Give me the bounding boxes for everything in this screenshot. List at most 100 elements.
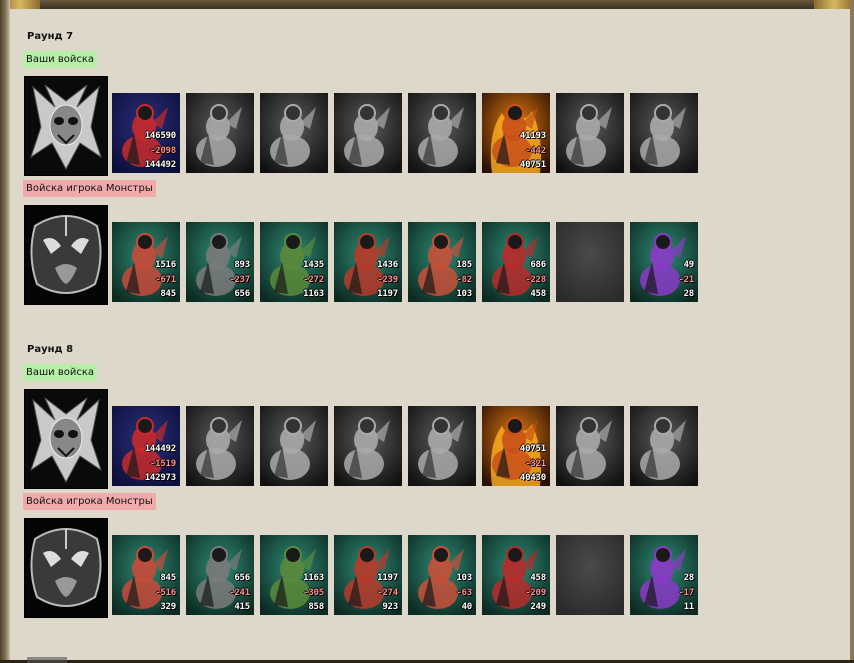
unit-count-after: 40	[461, 602, 473, 612]
shadow-brute-icon[interactable]	[408, 93, 476, 173]
fire-lich-icon[interactable]: 40751 -321 40430	[482, 406, 550, 486]
unit-count-after: 845	[160, 289, 176, 299]
wraith-icon[interactable]	[630, 93, 698, 173]
empty-slot-icon[interactable]	[556, 535, 624, 615]
round-title: Раунд 7	[27, 31, 74, 42]
unit-count-after: 415	[234, 602, 250, 612]
red-wyvern-icon[interactable]: 686 -228 458	[482, 222, 550, 302]
unit-count-after: 1197	[377, 289, 398, 299]
ghost-beast-icon[interactable]	[260, 406, 328, 486]
red-wyvern-icon[interactable]: 458 -209 249	[482, 535, 550, 615]
naga-sorceress-icon[interactable]: 28 -17 11	[630, 535, 698, 615]
unit-count-before: 458	[530, 573, 546, 583]
demon-skull-emblem-icon	[24, 389, 108, 489]
unit-loss: -321	[525, 459, 546, 469]
demon-skull-emblem-icon	[24, 76, 108, 176]
unit-count-before: 686	[530, 260, 546, 270]
unit-count-before: 1435	[303, 260, 324, 270]
fire-lich-icon[interactable]: 41193 -442 40751	[482, 93, 550, 173]
unit-loss: -671	[155, 275, 176, 285]
unit-loss: -305	[303, 588, 324, 598]
unit-count-after: 28	[683, 289, 695, 299]
orc-shieldbearer-icon[interactable]: 1435 -272 1163	[260, 222, 328, 302]
unit-loss: -272	[303, 275, 324, 285]
window-frame-top	[0, 0, 854, 9]
unit-loss: -82	[456, 275, 472, 285]
battle-log-panel: Раунд 7 Ваши войска 146590 -2098 144492 41193…	[10, 9, 850, 663]
shadow-brute-icon[interactable]	[408, 406, 476, 486]
naga-sorceress-icon[interactable]: 49 -21 28	[630, 222, 698, 302]
unit-loss: -239	[377, 275, 398, 285]
unit-count-after: 1163	[303, 289, 324, 299]
unit-loss: -516	[155, 588, 176, 598]
unit-loss: -17	[678, 588, 694, 598]
unit-count-after: 40430	[519, 473, 546, 483]
red-dragon-unit-icon[interactable]: 144492 -1519 142973	[112, 406, 180, 486]
unit-count-before: 1436	[377, 260, 398, 270]
unit-count-before: 1163	[303, 573, 324, 583]
unit-count-after: 249	[530, 602, 546, 612]
unit-loss: -241	[229, 588, 250, 598]
unit-count-before: 1197	[377, 573, 398, 583]
unit-count-after: 11	[683, 602, 695, 612]
next-round-title-partial	[27, 657, 67, 663]
sea-serpent-icon[interactable]: 1516 -671 845	[112, 222, 180, 302]
sea-serpent-icon[interactable]: 845 -516 329	[112, 535, 180, 615]
round-title: Раунд 8	[27, 344, 74, 355]
enemy-army-label: Войска игрока Монстры	[23, 180, 156, 197]
dark-tribal-mask-icon	[24, 518, 108, 618]
unit-count-after: 923	[382, 602, 398, 612]
unit-count-before: 656	[234, 573, 250, 583]
unit-loss: -237	[229, 275, 250, 285]
unit-loss: -274	[377, 588, 398, 598]
unit-count-after: 40751	[519, 160, 546, 170]
bone-dragon-icon[interactable]	[334, 93, 402, 173]
own-army-label: Ваши войска	[23, 364, 97, 381]
enemy-army-label: Войска игрока Монстры	[23, 493, 156, 510]
unit-count-after: 329	[160, 602, 176, 612]
unit-count-before: 146590	[144, 131, 177, 141]
red-dragon-unit-icon[interactable]: 146590 -2098 144492	[112, 93, 180, 173]
unit-count-after: 142973	[144, 473, 177, 483]
empty-slot-icon[interactable]	[556, 222, 624, 302]
own-army-label: Ваши войска	[23, 51, 97, 68]
window-frame-right	[850, 0, 854, 660]
horned-knight-icon[interactable]	[556, 93, 624, 173]
unit-count-before: 41193	[519, 131, 546, 141]
unit-count-after: 144492	[144, 160, 177, 170]
unit-loss: -2098	[149, 146, 176, 156]
unit-count-before: 845	[160, 573, 176, 583]
armored-ogre-icon[interactable]: 656 -241 415	[186, 535, 254, 615]
bone-dragon-icon[interactable]	[334, 406, 402, 486]
unit-count-before: 103	[456, 573, 472, 583]
horned-knight-icon[interactable]	[556, 406, 624, 486]
unit-count-after: 656	[234, 289, 250, 299]
wraith-icon[interactable]	[630, 406, 698, 486]
unit-count-before: 893	[234, 260, 250, 270]
unit-count-after: 458	[530, 289, 546, 299]
unit-loss: -209	[525, 588, 546, 598]
unit-count-before: 185	[456, 260, 472, 270]
unit-count-after: 858	[308, 602, 324, 612]
window-frame-left	[0, 0, 10, 660]
unit-count-before: 40751	[519, 444, 546, 454]
unit-loss: -442	[525, 146, 546, 156]
red-demon-icon[interactable]: 1436 -239 1197	[334, 222, 402, 302]
skeleton-warrior-icon[interactable]	[186, 406, 254, 486]
ghost-beast-icon[interactable]	[260, 93, 328, 173]
unit-count-before: 28	[683, 573, 695, 583]
unit-count-before: 144492	[144, 444, 177, 454]
unit-loss: -21	[678, 275, 694, 285]
spider-creature-icon[interactable]: 103 -63 40	[408, 535, 476, 615]
red-demon-icon[interactable]: 1197 -274 923	[334, 535, 402, 615]
unit-count-before: 1516	[155, 260, 176, 270]
skeleton-warrior-icon[interactable]	[186, 93, 254, 173]
unit-count-before: 49	[683, 260, 695, 270]
unit-count-after: 103	[456, 289, 472, 299]
unit-loss: -1519	[149, 459, 176, 469]
dark-tribal-mask-icon	[24, 205, 108, 305]
unit-loss: -228	[525, 275, 546, 285]
spider-creature-icon[interactable]: 185 -82 103	[408, 222, 476, 302]
armored-ogre-icon[interactable]: 893 -237 656	[186, 222, 254, 302]
orc-shieldbearer-icon[interactable]: 1163 -305 858	[260, 535, 328, 615]
